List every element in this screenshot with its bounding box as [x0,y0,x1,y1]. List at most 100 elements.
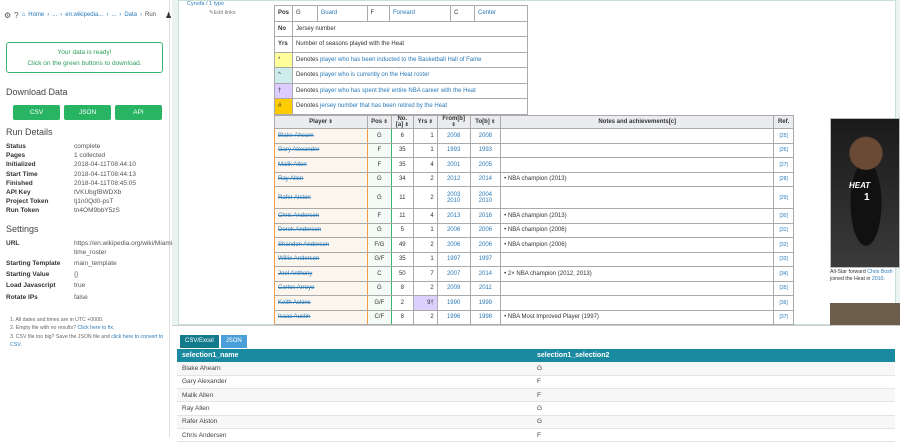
from-year-link[interactable]: 1993 [436,142,471,158]
sort-icon[interactable]: ⇕ [382,119,387,125]
edit-links[interactable]: ✎Edit links [209,10,236,16]
crumb-site[interactable]: en.wikipedia... [65,12,103,18]
legend-link[interactable]: player who has been inducted to the Bask… [320,57,481,63]
player-link[interactable]: Ray Allen [274,171,368,187]
legend-cell[interactable]: Center [474,5,528,22]
to-year-link[interactable]: 2014 [469,266,502,282]
ref-link[interactable]: [27] [773,157,794,173]
to-year-link[interactable]: 1993 [469,142,502,158]
legend-link[interactable]: player who has spent their entire NBA ca… [320,88,476,94]
ref-link[interactable]: [36] [773,295,794,311]
sort-icon[interactable]: ⇕ [490,119,495,125]
ref-link[interactable]: [30] [773,208,794,224]
player-link[interactable]: Gary Alexander [274,142,368,158]
sort-icon[interactable]: ⇕ [327,119,333,125]
number-cell: 11 [390,208,414,224]
roster-header[interactable]: Notes and achievements[c] [500,115,775,129]
player-link[interactable]: Chris Andersen [274,208,368,224]
from-year-link[interactable]: 1997 [436,251,471,267]
roster-header[interactable]: No.[a] ⇕ [390,115,414,129]
sort-icon[interactable]: ⇕ [452,122,456,128]
sort-icon[interactable]: ⇕ [427,119,433,125]
sort-icon[interactable]: ⇕ [403,122,409,128]
ref-link[interactable]: [25] [773,128,794,144]
to-year-link[interactable]: 2016 [469,208,502,224]
tab-json[interactable]: JSON [220,335,247,348]
legend-cell[interactable]: Guard [316,5,368,22]
settings-icon[interactable]: ⚙ [4,11,11,20]
help-icon[interactable]: ? [14,11,18,20]
roster-header[interactable]: Pos ⇕ [366,115,392,129]
to-year-link[interactable]: 1999 [469,295,502,311]
player-link[interactable]: Shandon Anderson [274,237,368,253]
top-link[interactable]: Cynofa / 1 typo [187,1,224,7]
ref-link[interactable]: [32] [773,237,794,253]
to-year-link[interactable]: 2006 [469,237,502,253]
from-year-link[interactable]: 1990 [436,295,471,311]
player-link[interactable]: Rafer Alston [274,186,368,209]
ref-link[interactable]: [37] [773,309,794,325]
roster-row: Ray Allen G 34 2 2012 2014 • NBA champion (201… [274,171,794,187]
from-year-link[interactable]: 2006 [436,237,471,253]
ref-link[interactable]: [29] [773,186,794,209]
crumb-ellipsis[interactable]: ... [52,12,57,18]
json-button[interactable]: JSON [64,105,111,120]
from-year-link[interactable]: 2001 [436,157,471,173]
player-link[interactable]: Blake Ahearn [274,128,368,144]
to-year-link[interactable]: 2008 [469,128,502,144]
home-icon[interactable]: ⌂ [22,12,26,18]
roster-header[interactable]: From[b] ⇕ [436,115,471,129]
from-year-link[interactable]: 2003 2010 [436,186,471,209]
details-key: Run Token [6,207,40,215]
api-button[interactable]: API [115,105,162,120]
from-year-link[interactable]: 2008 [436,128,471,144]
roster-header[interactable]: To[b] ⇕ [469,115,502,129]
legend-symbol: Yrs [273,36,294,53]
legend-row: # Denotes jersey number that has been ret… [273,98,528,115]
legend-link[interactable]: player who is currently on the Heat rost… [320,72,429,78]
ref-link[interactable]: [35] [773,280,794,296]
legend-link[interactable]: jersey number that has been retired by t… [320,103,447,109]
years-cell: 2 [412,309,438,325]
player-link[interactable]: Derek Anderson [274,222,368,238]
from-year-link[interactable]: 1996 [436,309,471,325]
to-year-link[interactable]: 2006 [469,222,502,238]
player-link[interactable]: Isaac Austin [274,309,368,325]
caption-year-link[interactable]: 2010 [872,276,884,282]
to-year-link[interactable]: 1998 [469,309,502,325]
to-year-link[interactable]: 2014 [469,171,502,187]
from-year-link[interactable]: 2007 [436,266,471,282]
player-link[interactable]: Willie Anderson [274,251,368,267]
ref-link[interactable]: [33] [773,251,794,267]
ref-link[interactable]: [28] [773,171,794,187]
to-year-link[interactable]: 2011 [469,280,502,296]
ref-link[interactable]: [31] [773,222,794,238]
ref-link[interactable]: [34] [773,266,794,282]
legend-cell[interactable]: Forward [388,5,452,22]
crumb-ellipsis-2[interactable]: ... [111,12,116,18]
tab-csv-excel[interactable]: CSV/Excel [180,335,219,348]
roster-header[interactable]: Player ⇕ [274,115,368,129]
player-link[interactable]: Malik Allen [274,157,368,173]
notes-cell: • NBA champion (2013) [500,171,775,187]
player-link[interactable]: Carlos Arroyo [274,280,368,296]
player-link[interactable]: Keith Askins [274,295,368,311]
from-year-link[interactable]: 2009 [436,280,471,296]
to-year-link[interactable]: 2004 2010 [469,186,502,209]
from-year-link[interactable]: 2012 [436,171,471,187]
fix-link[interactable]: Click here to fix. [77,325,114,331]
to-year-link[interactable]: 1997 [469,251,502,267]
crumb-home[interactable]: Home [28,12,44,18]
csv-button[interactable]: CSV [13,105,60,120]
caption-player-link[interactable]: Chris Bosh [867,269,892,275]
ref-link[interactable]: [26] [773,142,794,158]
roster-header[interactable]: Yrs ⇕ [412,115,438,129]
from-year-link[interactable]: 2006 [436,222,471,238]
from-year-link[interactable]: 2013 [436,208,471,224]
legend-row: No Jersey number [273,20,528,37]
to-year-link[interactable]: 2005 [469,157,502,173]
years-cell: 1 [412,142,438,158]
roster-header[interactable]: Ref. [773,115,794,129]
crumb-data[interactable]: Data [124,12,137,18]
player-link[interactable]: Joel Anthony [274,266,368,282]
